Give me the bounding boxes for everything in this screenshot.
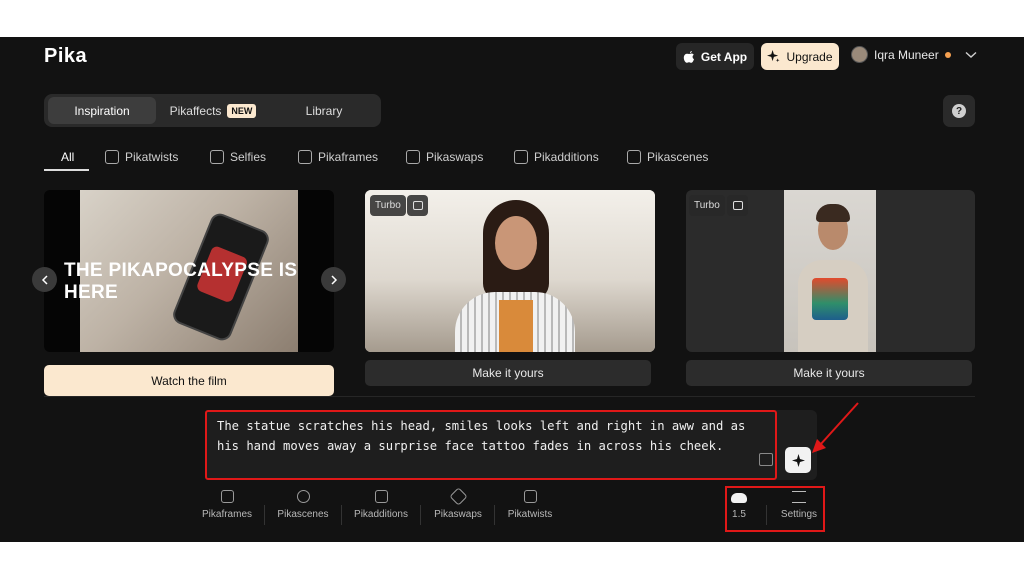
category-pikadditions[interactable]: Pikadditions: [514, 145, 599, 169]
main-tabs: Inspiration Pikaffects NEW Library: [44, 94, 381, 127]
active-category-underline: [44, 169, 89, 171]
featured-headline: THE PIKAPOCALYPSE IS HERE: [64, 260, 298, 303]
pikaframes-icon: [298, 150, 312, 164]
generate-button[interactable]: [785, 447, 811, 473]
pika-app: Pika Get App Upgrade Iqra Muneer Inspira…: [0, 37, 1024, 542]
category-label: Pikaswaps: [426, 150, 484, 164]
turbo-badge: Turbo: [689, 195, 725, 216]
video-card[interactable]: Turbo: [686, 190, 975, 352]
toolbar-label: Pikadditions: [354, 509, 408, 520]
chevron-right-icon: [330, 274, 337, 285]
make-it-yours-button[interactable]: Make it yours: [365, 360, 651, 386]
toolbar-separator: [494, 505, 495, 525]
category-selfies[interactable]: Selfies: [210, 145, 266, 169]
pika-logo[interactable]: Pika: [44, 45, 87, 68]
category-label: Selfies: [230, 150, 267, 164]
toolbar-label: Pikaswaps: [434, 509, 482, 520]
prompt-input[interactable]: The statue scratches his head, smiles lo…: [205, 410, 777, 480]
notification-dot: [944, 51, 951, 58]
chevron-down-icon: [965, 51, 977, 58]
toolbar-separator: [341, 505, 342, 525]
toolbar-pikascenes[interactable]: Pikascenes: [275, 490, 331, 530]
selfies-icon: [210, 150, 224, 164]
pikatwists-icon: [523, 490, 537, 503]
toolbar-label: Pikatwists: [507, 509, 553, 520]
turbo-badge: Turbo: [370, 195, 406, 216]
pikascenes-icon: [296, 490, 310, 503]
chevron-left-icon: [41, 274, 48, 285]
category-pikatwists[interactable]: Pikatwists: [105, 145, 178, 169]
user-name: Iqra Muneer: [874, 47, 939, 62]
toolbar-pikatwists[interactable]: Pikatwists: [505, 490, 555, 530]
annotation-highlight: [725, 486, 825, 532]
get-app-button[interactable]: Get App: [676, 43, 754, 70]
category-label: Pikaframes: [318, 150, 379, 164]
user-menu[interactable]: Iqra Muneer: [851, 46, 977, 63]
pikatwists-icon: [105, 150, 119, 164]
image-to-video-icon: [407, 195, 428, 216]
category-label: Pikadditions: [534, 150, 599, 164]
featured-card[interactable]: THE PIKAPOCALYPSE IS HERE: [44, 190, 334, 352]
woman-figure: [455, 200, 575, 352]
question-icon: ?: [952, 104, 966, 118]
get-app-label: Get App: [700, 49, 748, 64]
tab-label: Pikaffects: [169, 103, 222, 118]
toolbar-label: Pikaframes: [201, 509, 252, 520]
tab-library[interactable]: Library: [270, 97, 378, 124]
divider: [44, 396, 975, 397]
prompt-text: The statue scratches his head, smiles lo…: [217, 419, 753, 453]
category-filters: All Pikatwists Selfies Pikaframes Pikasw…: [44, 145, 744, 171]
tab-pikaffects[interactable]: Pikaffects NEW: [158, 97, 268, 124]
video-card[interactable]: Turbo: [365, 190, 655, 352]
pikaframes-icon: [220, 490, 234, 503]
video-thumbnail: [784, 190, 876, 352]
category-label: Pikascenes: [647, 150, 709, 164]
upgrade-label: Upgrade: [786, 49, 833, 64]
help-button[interactable]: ?: [943, 95, 975, 127]
pikaswaps-icon: [406, 150, 420, 164]
pikadditions-icon: [514, 150, 528, 164]
upgrade-button[interactable]: Upgrade: [761, 43, 839, 70]
category-pikaswaps[interactable]: Pikaswaps: [406, 145, 483, 169]
toolbar-pikaswaps[interactable]: Pikaswaps: [431, 487, 485, 530]
carousel-prev-button[interactable]: [32, 267, 57, 292]
category-label: Pikatwists: [125, 150, 179, 164]
pikadditions-icon: [374, 490, 388, 503]
category-pikaframes[interactable]: Pikaframes: [298, 145, 378, 169]
tab-label: Inspiration: [74, 103, 130, 118]
tab-label: Library: [305, 103, 343, 118]
sparkle-icon: [767, 50, 781, 63]
category-all[interactable]: All: [61, 145, 74, 169]
sparkle-icon: [791, 453, 805, 467]
toolbar-pikadditions[interactable]: Pikadditions: [352, 490, 410, 530]
avatar: [851, 46, 868, 63]
image-upload-icon[interactable]: [759, 453, 773, 466]
pikascenes-icon: [627, 150, 641, 164]
make-it-yours-button[interactable]: Make it yours: [686, 360, 972, 386]
toolbar-separator: [420, 505, 421, 525]
carousel-next-button[interactable]: [321, 267, 346, 292]
new-badge: NEW: [227, 103, 257, 118]
image-to-video-icon: [727, 195, 748, 216]
toolbar-pikaframes[interactable]: Pikaframes: [200, 490, 254, 530]
toolbar-label: Pikascenes: [277, 509, 329, 520]
category-pikascenes[interactable]: Pikascenes: [627, 145, 708, 169]
tab-inspiration[interactable]: Inspiration: [48, 97, 156, 124]
pikaswaps-icon: [448, 487, 468, 506]
apple-icon: [683, 50, 694, 63]
category-label: All: [61, 150, 75, 164]
watch-film-button[interactable]: Watch the film: [44, 365, 334, 396]
toolbar-separator: [264, 505, 265, 525]
